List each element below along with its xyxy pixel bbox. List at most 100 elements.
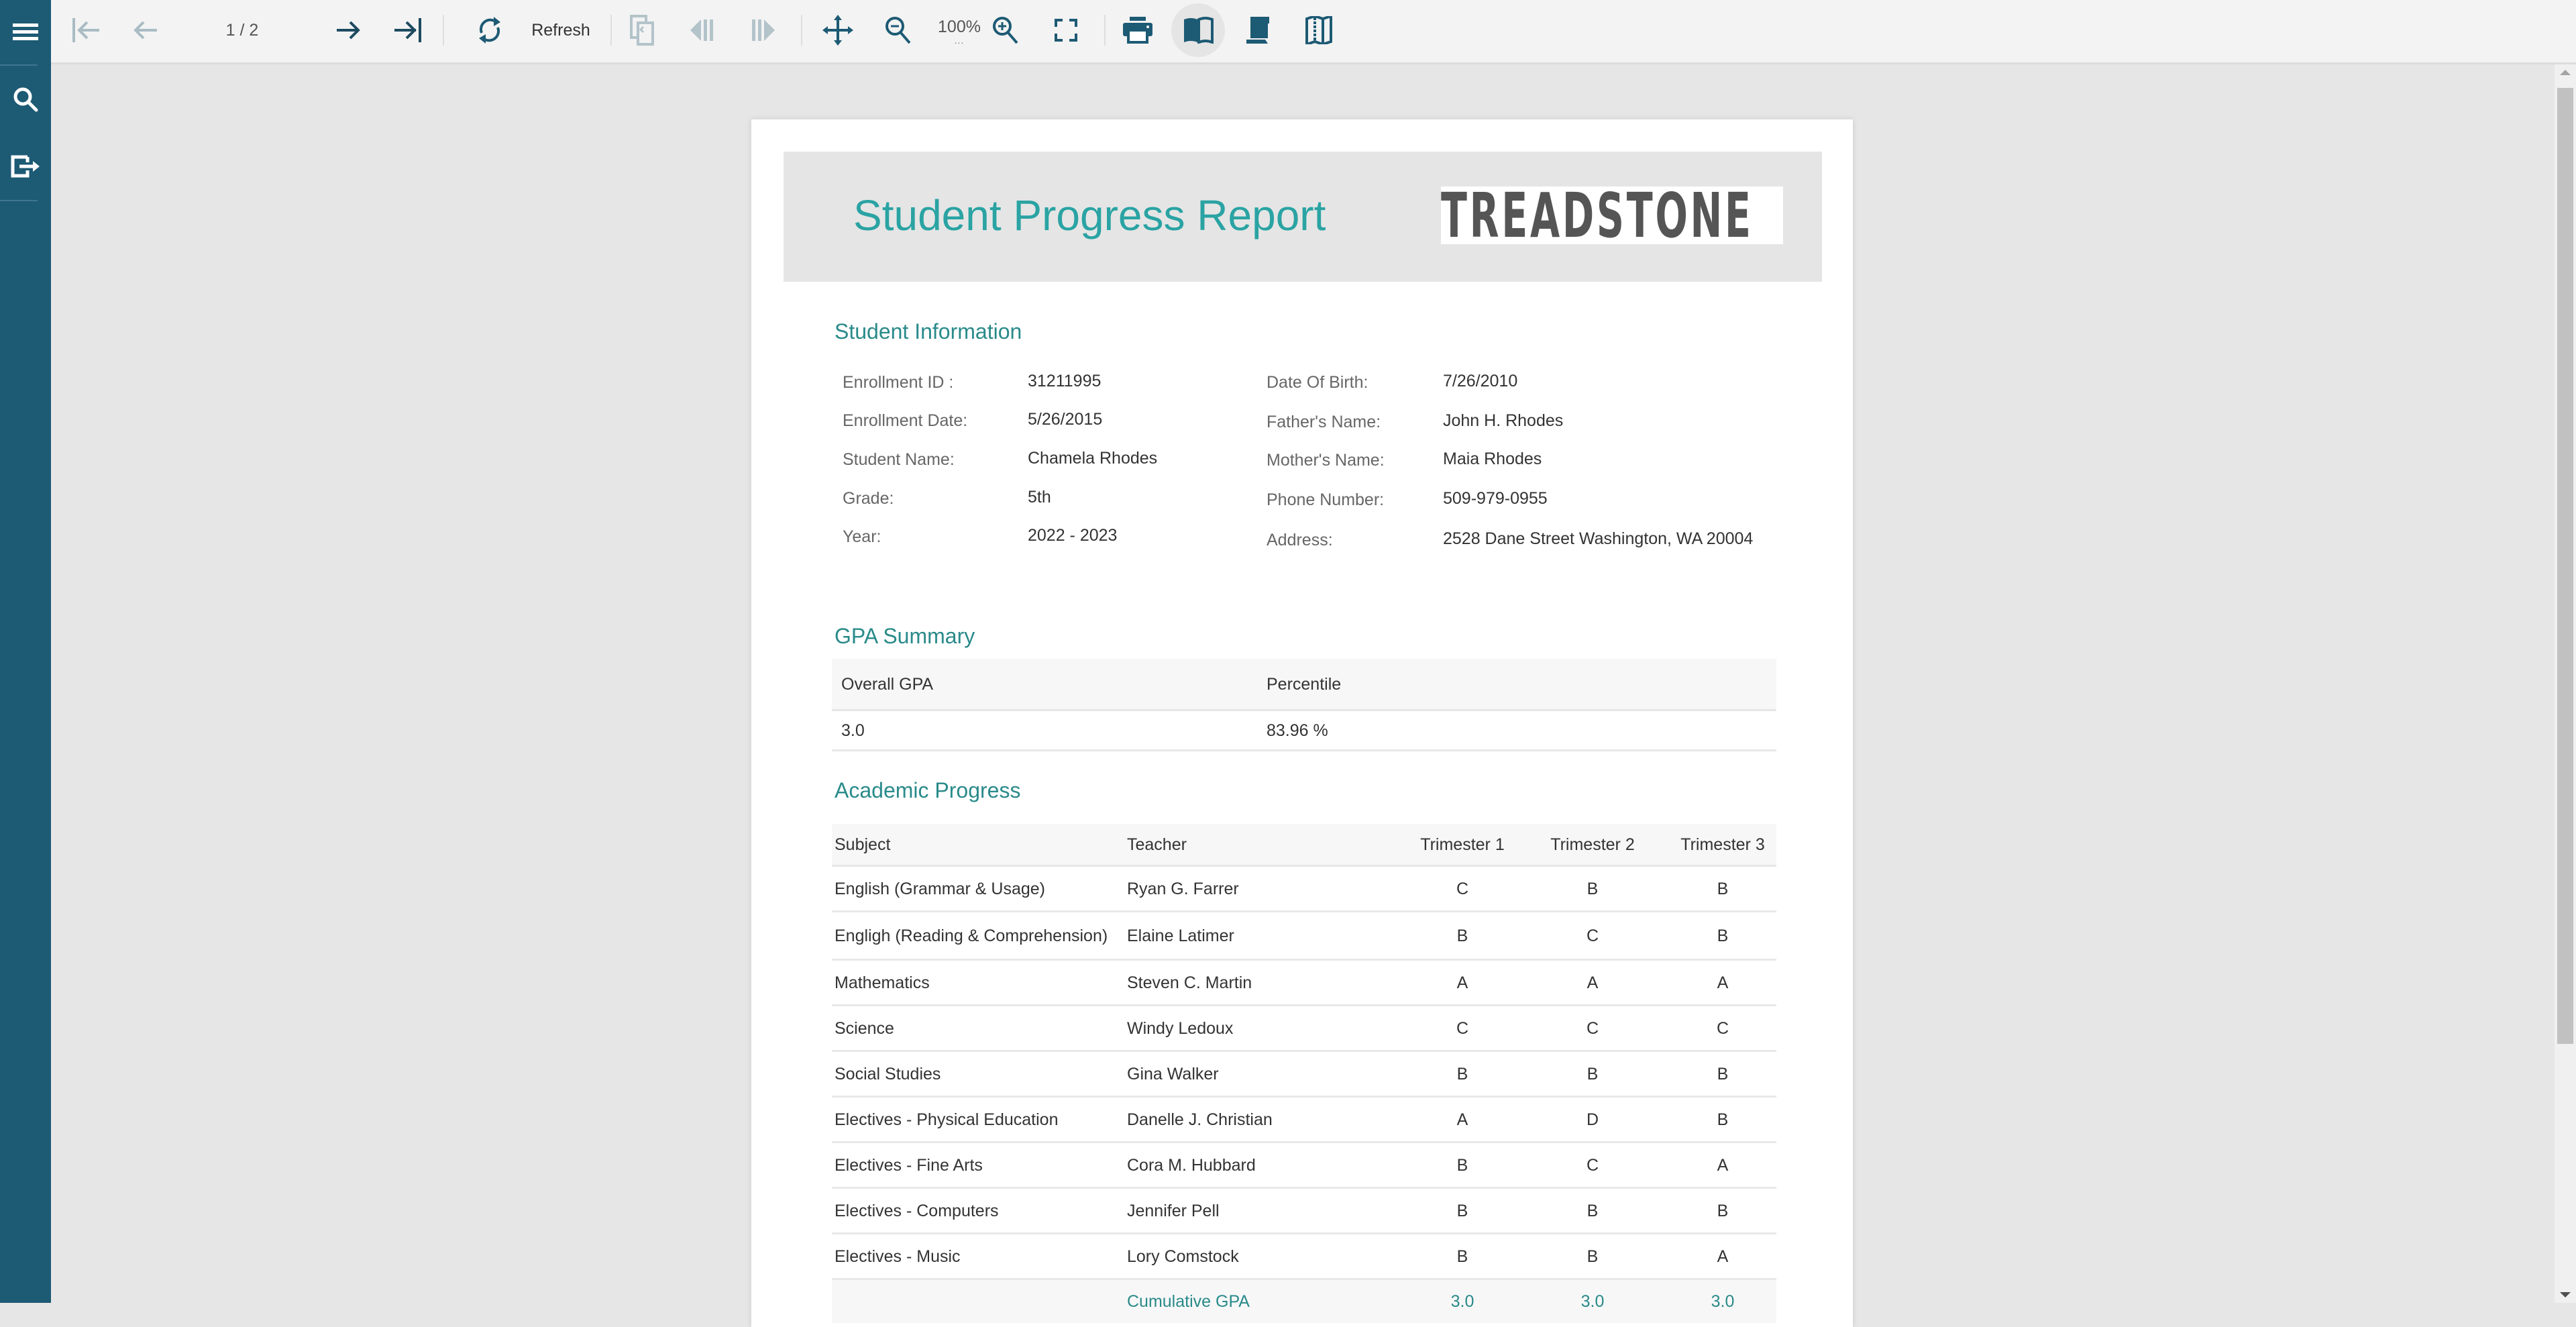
- zoom-in-button[interactable]: [982, 0, 1029, 60]
- continuous-view-button[interactable]: [1232, 0, 1285, 60]
- galley-view-icon: [1305, 16, 1332, 44]
- toolbar-separator: [801, 15, 802, 46]
- scroll-down-arrow-icon[interactable]: [2560, 1292, 2571, 1297]
- last-page-button[interactable]: [388, 0, 428, 60]
- parent-report-button[interactable]: [619, 0, 665, 60]
- zoom-more-indicator: ...: [955, 37, 965, 44]
- grade-cell: B: [1402, 1234, 1523, 1278]
- info-label: Phone Number:: [1267, 490, 1384, 510]
- academic-header-row: Subject Teacher Trimester 1 Trimester 2 …: [832, 824, 1776, 867]
- export-icon: [10, 154, 41, 178]
- menu-button[interactable]: [0, 0, 51, 64]
- fullscreen-button[interactable]: [1042, 0, 1089, 60]
- enrollment-id-value: 31211995: [1028, 369, 1101, 393]
- next-page-button[interactable]: [327, 0, 368, 60]
- scroll-thumb[interactable]: [2557, 88, 2573, 1044]
- cumulative-gpa-row: Cumulative GPA3.03.03.0: [832, 1280, 1776, 1323]
- first-page-button[interactable]: [66, 0, 106, 60]
- teacher-cell: Cora M. Hubbard: [1127, 1143, 1382, 1187]
- address-value: 2528 Dane Street Washington, WA 20004: [1443, 527, 1758, 551]
- column-header: Teacher: [1127, 824, 1187, 865]
- column-header: Trimester 1: [1402, 824, 1523, 865]
- pan-icon: [822, 15, 853, 46]
- grade-cell: B: [1532, 867, 1653, 910]
- grade-cell: B: [1662, 912, 1783, 959]
- toolbar: 1 / 2 Refresh 100% ...: [51, 0, 2576, 64]
- info-label: Father's Name:: [1267, 413, 1381, 432]
- subject-cell: Electives - Physical Education: [835, 1098, 1110, 1141]
- next-section-button[interactable]: [739, 0, 786, 60]
- book-view-button[interactable]: [1171, 0, 1225, 60]
- zoom-out-button[interactable]: [875, 0, 922, 60]
- table-row: Electives - Physical Education Danelle J.…: [832, 1098, 1776, 1143]
- fathers-name-value: John H. Rhodes: [1443, 409, 1563, 433]
- cumulative-gpa-label: Cumulative GPA: [1127, 1280, 1382, 1323]
- report-page: Student Progress Report TREADSTONE Stude…: [751, 119, 1853, 1327]
- grade-cell: B: [1662, 867, 1783, 910]
- subject-cell: Engligh (Reading & Comprehension): [835, 912, 1110, 959]
- table-row: ScienceWindy LedouxCCC: [832, 1006, 1776, 1052]
- grade-cell: C: [1662, 1006, 1783, 1050]
- info-label: Date Of Birth:: [1267, 373, 1368, 392]
- teacher-cell: Danelle J. Christian: [1127, 1098, 1382, 1141]
- pan-button[interactable]: [814, 0, 861, 60]
- grade-cell: A: [1532, 961, 1653, 1004]
- table-row: English (Grammar & Usage) Ryan G. Farrer C…: [832, 867, 1776, 912]
- gpa-value-row: 3.0 83.96 %: [832, 711, 1776, 751]
- first-page-icon: [71, 17, 101, 44]
- subject-cell: English (Grammar & Usage): [835, 867, 1110, 910]
- teacher-cell: Ryan G. Farrer: [1127, 867, 1382, 910]
- last-page-icon: [393, 17, 423, 44]
- print-button[interactable]: [1111, 0, 1165, 60]
- fullscreen-icon: [1055, 19, 1077, 42]
- treadstone-logo: TREADSTONE: [1441, 187, 1783, 244]
- info-label: Enrollment ID :: [843, 373, 953, 392]
- subject-cell: Electives - Computers: [835, 1189, 1110, 1232]
- parent-report-icon: [630, 15, 654, 46]
- teacher-cell: Lory Comstock: [1127, 1234, 1382, 1278]
- subject-cell: Mathematics: [835, 961, 1110, 1004]
- teacher-cell: Jennifer Pell: [1127, 1189, 1382, 1232]
- previous-page-button[interactable]: [126, 0, 166, 60]
- previous-section-button[interactable]: [679, 0, 726, 60]
- grade-cell: C: [1532, 1006, 1653, 1050]
- info-label: Address:: [1267, 531, 1333, 550]
- toolbar-separator: [443, 15, 444, 46]
- info-label: Mother's Name:: [1267, 451, 1385, 470]
- table-row: Social StudiesGina WalkerBBB: [832, 1052, 1776, 1098]
- grade-cell: C: [1402, 867, 1523, 910]
- page-indicator[interactable]: 1 / 2: [205, 0, 279, 60]
- subject-cell: Electives - Fine Arts: [835, 1143, 1110, 1187]
- grade-cell: B: [1402, 1143, 1523, 1187]
- grade-cell: B: [1662, 1098, 1783, 1141]
- table-row: Electives - MusicLory ComstockBBA: [832, 1234, 1776, 1280]
- export-button[interactable]: [0, 134, 51, 199]
- table-row: Electives - ComputersJennifer PellBBB: [832, 1189, 1776, 1234]
- academic-progress-heading: Academic Progress: [835, 778, 1020, 803]
- subject-cell: Social Studies: [835, 1052, 1110, 1096]
- scroll-up-arrow-icon[interactable]: [2560, 70, 2571, 75]
- date-of-birth-value: 7/26/2010: [1443, 369, 1517, 393]
- search-button[interactable]: [0, 67, 51, 131]
- previous-page-icon: [133, 17, 160, 44]
- gpa-summary-heading: GPA Summary: [835, 624, 975, 649]
- hamburger-menu-icon: [13, 22, 38, 42]
- refresh-button[interactable]: Refresh: [456, 0, 610, 60]
- teacher-cell: Elaine Latimer: [1127, 912, 1382, 959]
- refresh-label: Refresh: [531, 21, 590, 40]
- galley-view-button[interactable]: [1292, 0, 1346, 60]
- teacher-cell: Gina Walker: [1127, 1052, 1382, 1096]
- grade-cell: B: [1402, 912, 1523, 959]
- info-label: Grade:: [843, 489, 894, 509]
- column-header: Trimester 3: [1662, 824, 1783, 865]
- subject-cell: Science: [835, 1006, 1110, 1050]
- phone-number-value: 509-979-0955: [1443, 486, 1548, 511]
- grade-cell: B: [1662, 1052, 1783, 1096]
- zoom-level-value: 100%: [938, 17, 981, 37]
- grade-cell: D: [1532, 1098, 1653, 1141]
- gpa-header-row: Overall GPA Percentile: [832, 659, 1776, 711]
- table-row: Engligh (Reading & Comprehension) Elaine …: [832, 912, 1776, 961]
- grade-cell: B: [1402, 1189, 1523, 1232]
- vertical-scrollbar[interactable]: [2555, 64, 2576, 1303]
- grade-cell: C: [1532, 912, 1653, 959]
